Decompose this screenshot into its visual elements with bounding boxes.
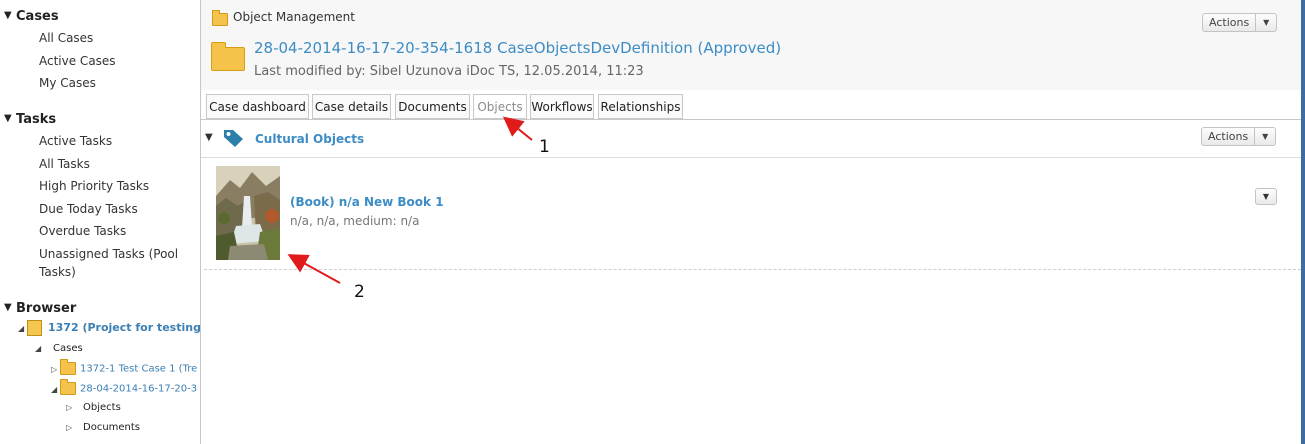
nav-unassigned-tasks-cont[interactable]: Tasks) xyxy=(39,263,76,281)
tree-objects-node[interactable]: ▷ Objects xyxy=(66,402,121,413)
project-icon xyxy=(27,320,42,336)
tree-case2-node[interactable]: ◢ 28-04-2014-16-17-20-3 xyxy=(51,379,197,395)
browser-section-title[interactable]: ▼ Browser xyxy=(4,301,76,316)
expanded-arrow-icon[interactable]: ◢ xyxy=(35,344,44,353)
nav-overdue-tasks[interactable]: Overdue Tasks xyxy=(39,222,126,240)
nav-active-cases[interactable]: Active Cases xyxy=(39,52,116,70)
expanded-arrow-icon[interactable]: ◢ xyxy=(18,324,27,333)
collapsed-arrow-icon[interactable]: ▷ xyxy=(51,365,60,374)
collapsed-arrow-icon[interactable]: ▷ xyxy=(66,403,75,412)
tree-cases-node[interactable]: ◢ Cases xyxy=(35,343,83,354)
tree-documents-node[interactable]: ▷ Documents xyxy=(66,422,140,433)
nav-due-today-tasks[interactable]: Due Today Tasks xyxy=(39,200,138,218)
main-panel: Object Management Actions ▼ 28-04-2014-1… xyxy=(201,0,1301,444)
expanded-arrow-icon[interactable]: ◢ xyxy=(51,385,60,394)
collapsed-arrow-icon[interactable]: ▷ xyxy=(66,423,75,432)
left-sidebar: ▼ Cases All Cases Active Cases My Cases … xyxy=(0,0,201,444)
nav-my-cases[interactable]: My Cases xyxy=(39,74,96,92)
folder-icon xyxy=(60,379,76,395)
annotation-overlay xyxy=(287,116,533,284)
tasks-section-title[interactable]: ▼ Tasks xyxy=(4,112,56,127)
collapse-triangle-icon[interactable]: ▼ xyxy=(4,113,12,124)
annotation-number-2: 2 xyxy=(354,282,365,302)
nav-all-tasks[interactable]: All Tasks xyxy=(39,155,90,173)
folder-icon xyxy=(60,359,76,375)
nav-active-tasks[interactable]: Active Tasks xyxy=(39,132,112,150)
annotation-arrow-2 xyxy=(287,254,341,284)
collapse-triangle-icon[interactable]: ▼ xyxy=(4,10,12,21)
collapse-triangle-icon[interactable]: ▼ xyxy=(4,302,12,313)
annotation-arrow-1 xyxy=(502,116,533,141)
window-border xyxy=(1301,0,1305,444)
cases-section-title[interactable]: ▼ Cases xyxy=(4,9,59,24)
annotation-number-1: 1 xyxy=(539,137,550,157)
tree-project-node[interactable]: ◢ 1372 (Project for testing) xyxy=(18,320,200,336)
nav-all-cases[interactable]: All Cases xyxy=(39,29,93,47)
nav-high-priority-tasks[interactable]: High Priority Tasks xyxy=(39,177,149,195)
nav-unassigned-tasks[interactable]: Unassigned Tasks (Pool xyxy=(39,245,178,263)
tree-case1-node[interactable]: ▷ 1372-1 Test Case 1 (Tre xyxy=(51,359,197,375)
